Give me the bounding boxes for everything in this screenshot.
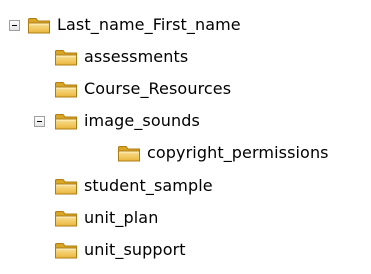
tree-node-label: assessments	[84, 47, 189, 66]
tree-node-image-sounds[interactable]: image_sounds	[34, 108, 200, 134]
tree-node-assessments[interactable]: assessments	[54, 44, 188, 70]
folder-icon	[54, 79, 78, 99]
tree-node-copyright-permissions[interactable]: copyright_permissions	[117, 140, 329, 166]
tree-node-student-sample[interactable]: student_sample	[54, 173, 213, 199]
tree-node-unit-plan[interactable]: unit_plan	[54, 205, 158, 231]
tree-node-label: Last_name_First_name	[57, 15, 241, 34]
tree-node-label: unit_support	[84, 240, 186, 259]
folder-icon	[54, 176, 78, 196]
folder-tree: Last_name_First_name assessments Course_…	[0, 0, 371, 274]
folder-icon	[54, 47, 78, 67]
folder-icon	[54, 111, 78, 131]
tree-node-label: image_sounds	[84, 111, 200, 130]
tree-node-label: copyright_permissions	[147, 143, 329, 162]
collapse-toggle-icon[interactable]	[34, 116, 45, 127]
collapse-toggle-icon[interactable]	[9, 20, 20, 31]
folder-icon	[117, 143, 141, 163]
folder-icon	[54, 208, 78, 228]
folder-icon	[54, 240, 78, 260]
tree-node-label: student_sample	[84, 176, 213, 195]
tree-node-course-resources[interactable]: Course_Resources	[54, 76, 231, 102]
tree-node-root[interactable]: Last_name_First_name	[9, 12, 241, 38]
folder-icon	[27, 15, 51, 35]
tree-node-label: unit_plan	[84, 208, 159, 227]
tree-node-unit-support[interactable]: unit_support	[54, 237, 186, 263]
tree-node-label: Course_Resources	[84, 79, 232, 98]
